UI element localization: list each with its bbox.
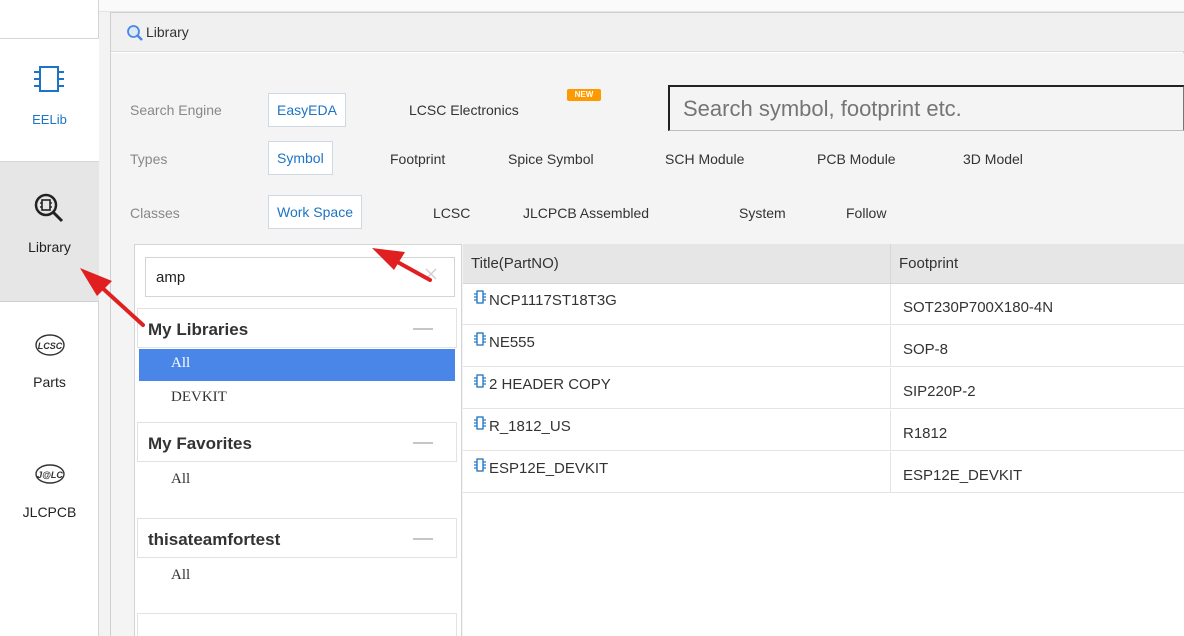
cell-footprint: SOP-8 (903, 341, 949, 358)
cell-title: R_1812_US (463, 410, 891, 451)
dialog-titlebar[interactable]: Library (111, 13, 1184, 52)
search-icon (126, 24, 144, 47)
type-option-sch-module[interactable]: SCH Module (665, 151, 744, 167)
type-option-3d-model[interactable]: 3D Model (963, 151, 1023, 167)
chip-icon (31, 63, 67, 102)
type-option-spice-symbol[interactable]: Spice Symbol (508, 151, 594, 167)
chip-icon (473, 368, 487, 402)
types-label: Types (130, 151, 168, 167)
cell-title: 2 HEADER COPY (463, 368, 891, 409)
cell-title: ESP12E_DEVKIT (463, 452, 891, 493)
sidebar-tab-label: Parts (33, 374, 66, 390)
chip-icon (473, 284, 487, 318)
type-option-footprint[interactable]: Footprint (390, 151, 445, 167)
group-my-libraries[interactable]: My Libraries (137, 308, 457, 348)
dialog-title: Library (146, 24, 189, 40)
table-row[interactable]: NE555 SOP-8 (463, 326, 1184, 367)
results-table: Title(PartNO) Footprint NCP1117ST18T3G S… (463, 244, 1184, 636)
table-row[interactable]: R_1812_US R1812 (463, 410, 1184, 451)
chip-icon (473, 452, 487, 486)
jlc-logo-icon: J@LC (34, 462, 66, 489)
collapse-icon[interactable] (413, 538, 433, 540)
chip-icon (473, 326, 487, 360)
sidebar-tab-eelib[interactable]: EELib (0, 38, 99, 162)
table-row[interactable]: 2 HEADER COPY SIP220P-2 (463, 368, 1184, 409)
tree-item-all[interactable]: All (139, 561, 455, 593)
library-filter-input[interactable] (145, 257, 455, 297)
sidebar-tab-label: JLCPCB (22, 504, 77, 520)
search-engine-label: Search Engine (130, 102, 222, 118)
tree-item-all[interactable]: All (139, 465, 455, 497)
type-option-pcb-module[interactable]: PCB Module (817, 151, 896, 167)
class-option-work-space[interactable]: Work Space (268, 195, 362, 229)
class-option-follow[interactable]: Follow (846, 205, 886, 221)
collapse-icon[interactable] (413, 328, 433, 330)
part-number: ESP12E_DEVKIT (489, 460, 609, 477)
part-number: NCP1117ST18T3G (489, 292, 617, 309)
table-row[interactable]: NCP1117ST18T3G SOT230P700X180-4N (463, 284, 1184, 325)
svg-text:J@LC: J@LC (37, 470, 63, 480)
collapse-icon[interactable] (413, 442, 433, 444)
sidebar-tab-parts[interactable]: LCSC Parts (0, 302, 99, 426)
tree-item-devkit[interactable]: DEVKIT (139, 383, 455, 415)
class-option-lcsc[interactable]: LCSC (433, 205, 470, 221)
new-badge: NEW (567, 89, 601, 101)
column-header-title[interactable]: Title(PartNO) (463, 244, 891, 284)
app-root: EELib Library LCSC Parts J@LC JLCPCB Lib… (0, 0, 1184, 636)
cell-title: NCP1117ST18T3G (463, 284, 891, 325)
classes-label: Classes (130, 205, 180, 221)
cell-footprint: SIP220P-2 (903, 383, 976, 400)
group-title: thisateamfortest (148, 530, 281, 549)
cell-title: NE555 (463, 326, 891, 367)
sidebar-tab-label: Library (28, 239, 71, 255)
tree-item-all[interactable]: All (139, 349, 455, 381)
group-title: My Libraries (148, 320, 249, 339)
column-header-footprint[interactable]: Footprint (891, 244, 1184, 284)
library-dialog: Library Search Engine EasyEDA LCSC Elect… (110, 12, 1184, 636)
classes-row: Classes Work Space LCSC JLCPCB Assembled… (111, 195, 1184, 235)
class-option-jlcpcb-assembled[interactable]: JLCPCB Assembled (523, 205, 649, 221)
library-tree-panel: My Libraries All DEVKIT My Favorites All… (134, 244, 462, 636)
group-my-favorites[interactable]: My Favorites (137, 422, 457, 462)
sidebar-tab-library[interactable]: Library (0, 162, 99, 302)
canvas-ruler (99, 0, 1184, 12)
types-row: Types Symbol Footprint Spice Symbol SCH … (111, 141, 1184, 181)
cell-footprint: SOT230P700X180-4N (903, 299, 1054, 316)
table-row[interactable]: ESP12E_DEVKIT ESP12E_DEVKIT (463, 452, 1184, 493)
sidebar-tab-jlcpcb[interactable]: J@LC JLCPCB (0, 426, 99, 550)
sidebar-tab-label: EELib (32, 112, 67, 127)
part-number: R_1812_US (489, 418, 571, 435)
svg-text:LCSC: LCSC (38, 341, 63, 351)
engine-option-easyeda[interactable]: EasyEDA (268, 93, 346, 127)
part-number: NE555 (489, 334, 535, 351)
engine-option-lcsc[interactable]: LCSC Electronics (409, 102, 519, 118)
library-search-icon (33, 192, 67, 229)
class-option-system[interactable]: System (739, 205, 786, 221)
cell-footprint: ESP12E_DEVKIT (903, 467, 1023, 484)
group-next[interactable] (137, 613, 457, 636)
type-option-symbol[interactable]: Symbol (268, 141, 333, 175)
library-search-input[interactable] (668, 85, 1184, 131)
clear-icon[interactable] (423, 266, 439, 282)
group-team[interactable]: thisateamfortest (137, 518, 457, 558)
chip-icon (473, 410, 487, 444)
part-number: 2 HEADER COPY (489, 376, 611, 393)
cell-footprint: R1812 (903, 425, 948, 442)
group-title: My Favorites (148, 434, 252, 453)
lcsc-logo-icon: LCSC (34, 332, 66, 361)
left-tab-bar: EELib Library LCSC Parts J@LC JLCPCB (0, 0, 99, 636)
